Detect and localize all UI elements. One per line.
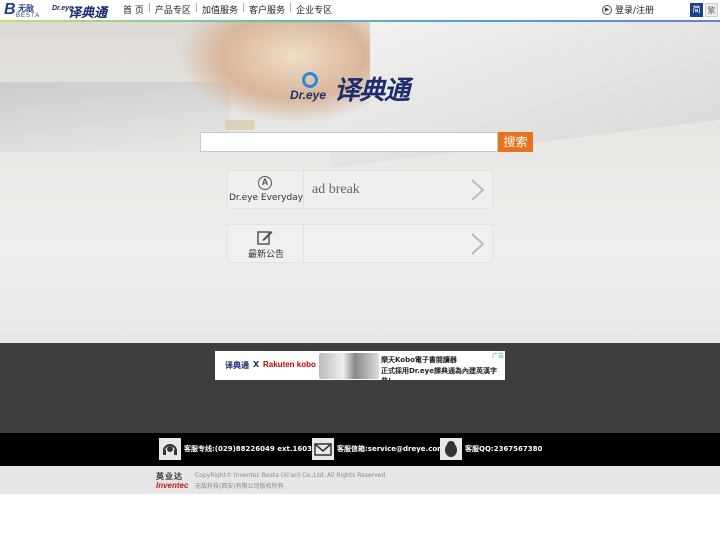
card-label: Dr.eye Everyday xyxy=(228,193,304,203)
contact-email: 客服信箱:service@dreye.com xyxy=(312,438,444,460)
main-nav: 首 页 | 产品专区 | 加值服务 | 客户服务 | 企业专区 xyxy=(122,3,333,16)
dreye-logo-cn: 译典通 xyxy=(68,6,108,21)
chevron-right-icon[interactable] xyxy=(466,178,488,202)
contact-email-text[interactable]: 客服信箱:service@dreye.com xyxy=(337,444,444,454)
banner-devices-image xyxy=(319,353,379,379)
banner-line-2: 正式採用Dr.eye譯典通為內建英漢字典! xyxy=(381,367,497,380)
copyright-en: CopyRight© Inventec Besta (Xi'an) Co.,Lt… xyxy=(195,472,386,479)
edit-pencil-icon xyxy=(257,231,273,245)
inventec-logo-en: Inventec xyxy=(156,481,189,490)
card-label: 最新公告 xyxy=(247,250,284,260)
lang-simplified-button[interactable]: 简 xyxy=(690,3,703,17)
inventec-logo[interactable]: 英业达 Inventec xyxy=(156,471,192,491)
headset-icon xyxy=(159,438,181,460)
card-icon-box: 最新公告 xyxy=(228,225,304,262)
ad-tag[interactable]: 广告 xyxy=(492,351,504,360)
besta-logo[interactable]: B 无敌 BESTA xyxy=(4,1,44,19)
dreye-hero-logo: Dr.eye 译典通 xyxy=(290,70,440,106)
nav-divider: | xyxy=(289,3,293,13)
letter-a-circle-icon: A xyxy=(258,176,272,190)
banner-line-1: 樂天Kobo電子書閱讀器 xyxy=(381,356,457,364)
nav-divider: | xyxy=(194,3,198,13)
nav-divider: | xyxy=(147,3,151,13)
nav-home[interactable]: 首 页 xyxy=(122,3,145,16)
banner-partner: Rakuten kobo xyxy=(263,360,316,369)
nav-products[interactable]: 产品专区 xyxy=(154,3,192,16)
copyright-cn: 无敌科技(西安)有限公司版权所有 xyxy=(195,483,284,490)
contact-phone-text: 客服专线:(029)88226049 ext.1603 xyxy=(184,445,312,453)
hero-watch-image xyxy=(225,120,255,130)
contact-qq: 客服QQ:2367567380 xyxy=(440,438,542,460)
envelope-icon xyxy=(312,438,334,460)
kobo-ad-banner[interactable]: 译典通 X Rakuten kobo 樂天Kobo電子書閱讀器 正式採用Dr.e… xyxy=(215,351,505,380)
card-latest-news[interactable]: 最新公告 xyxy=(227,224,493,263)
dreye-logo[interactable]: Dr.eye 译典通 xyxy=(52,2,112,21)
nav-divider: | xyxy=(242,3,246,13)
qq-penguin-icon xyxy=(440,438,462,460)
nav-customer-service[interactable]: 客户服务 xyxy=(248,3,286,16)
dreye-eye-icon xyxy=(302,72,318,88)
banner-separator: X xyxy=(253,360,260,369)
lang-traditional-button[interactable]: 繁 xyxy=(705,3,718,17)
copyright-footer: 英业达 Inventec CopyRight© Inventec Besta (… xyxy=(0,466,720,494)
contact-bar: 客服专线:(029)88226049 ext.1603 客服信箱:service… xyxy=(0,433,720,466)
login-label: 登录/注册 xyxy=(615,6,655,16)
contact-qq-text: 客服QQ:2367567380 xyxy=(465,445,543,453)
card-ad-text[interactable]: ad break xyxy=(312,182,360,198)
hero-logo-en: Dr.eye xyxy=(290,88,327,102)
play-circle-icon: ▶ xyxy=(602,4,612,15)
besta-logo-mark: B xyxy=(4,1,16,18)
search-button[interactable]: 搜索 xyxy=(498,132,533,152)
nav-value-added[interactable]: 加值服务 xyxy=(201,3,239,16)
hero-logo-cn: 译典通 xyxy=(334,76,410,106)
banner-brand-cn: 译典通 xyxy=(225,361,249,370)
nav-enterprise[interactable]: 企业专区 xyxy=(295,3,333,16)
besta-logo-en: BESTA xyxy=(16,13,41,19)
contact-phone: 客服专线:(029)88226049 ext.1603 xyxy=(159,438,312,460)
card-icon-box: A Dr.eye Everyday xyxy=(228,171,304,208)
login-link[interactable]: ▶ 登录/注册 xyxy=(602,3,654,16)
page: B 无敌 BESTA Dr.eye 译典通 首 页 | 产品专区 | 加值服务 … xyxy=(0,0,720,540)
chevron-right-icon[interactable] xyxy=(466,232,488,256)
search-input[interactable] xyxy=(200,132,498,152)
top-bar: B 无敌 BESTA Dr.eye 译典通 首 页 | 产品专区 | 加值服务 … xyxy=(0,0,720,21)
card-dreye-everyday[interactable]: A Dr.eye Everyday xyxy=(227,170,493,209)
